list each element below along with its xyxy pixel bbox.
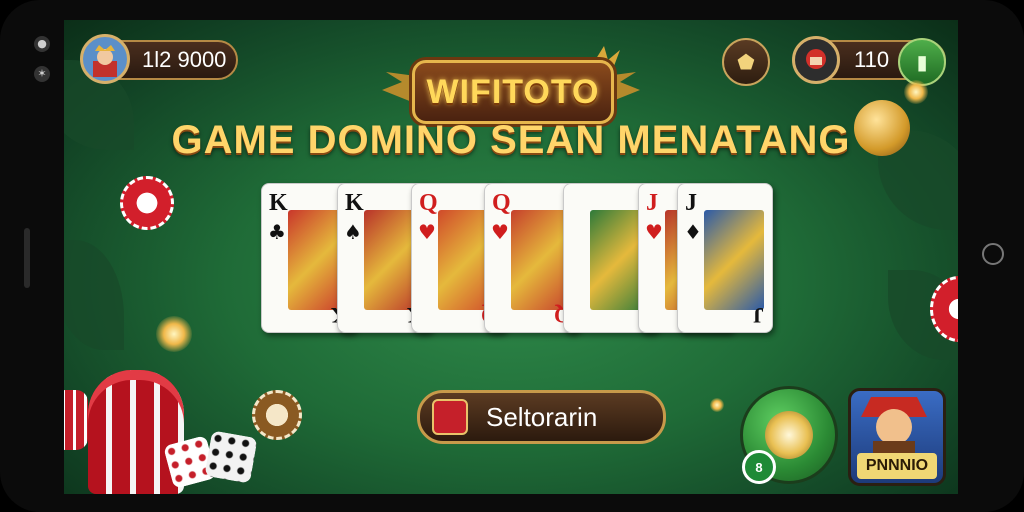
volume-button <box>24 228 30 288</box>
headline: GAME DOMINO SEAN MENATANG <box>171 118 851 162</box>
spin-icon <box>765 411 813 459</box>
sparkle <box>710 398 724 412</box>
logo-plate: WIFITOTO <box>412 60 614 124</box>
home-button <box>982 243 1004 265</box>
background-leaf <box>64 240 124 350</box>
primary-action-button[interactable]: Seltorarin <box>417 390 666 444</box>
card-suit-icon: ♥ <box>418 220 436 244</box>
card-suit-icon: ♥ <box>491 220 509 244</box>
poker-chip <box>120 176 174 230</box>
primary-action-label: Seltorarin <box>486 401 598 432</box>
card-rank: J <box>685 190 697 216</box>
game-screen: 1l2 9000 WIFITOTO ⬟ 110 ▮ GAME DOMINO SE… <box>64 20 958 494</box>
game-logo: WIFITOTO <box>382 42 640 128</box>
poker-chip <box>252 390 302 440</box>
card-rank: Q <box>419 190 438 216</box>
card-rank: J <box>646 190 658 216</box>
shield-icon[interactable]: ⬟ <box>722 38 770 86</box>
card-face-art <box>704 210 764 310</box>
sparkle <box>156 316 192 352</box>
hero-character-button[interactable]: PNNNIO <box>848 388 946 486</box>
card-suit-icon: ♥ <box>645 220 663 244</box>
green-menu-icon[interactable]: ▮ <box>898 38 946 86</box>
hero-label: PNNNIO <box>857 453 937 479</box>
player-face <box>93 45 117 77</box>
card-rank: K <box>345 190 364 216</box>
card-suit-icon: ♣ <box>268 220 286 244</box>
sparkle <box>904 80 928 104</box>
gift-icon <box>432 399 468 435</box>
red-avatar-icon[interactable] <box>792 36 840 84</box>
coin-icon <box>854 100 910 156</box>
card-rank-bottom: J <box>753 303 764 328</box>
card-suit-icon: ♠ <box>344 220 362 244</box>
card-rank: K <box>269 190 288 216</box>
hero-portrait <box>861 397 927 453</box>
dice <box>163 430 258 494</box>
playing-card[interactable]: J ♦ J <box>677 183 773 333</box>
chip-stack <box>64 370 184 494</box>
bluetooth-icon: ✶ <box>34 66 50 82</box>
logo-text: WIFITOTO <box>426 72 600 111</box>
settings-icon: ● <box>34 36 50 52</box>
card-rank: Q <box>492 190 511 216</box>
card-suit-icon: ♦ <box>684 220 702 244</box>
balance-value: 1l2 9000 <box>142 47 227 72</box>
red-avatar-art <box>806 49 826 69</box>
phone-frame: ● ✶ 1l2 9000 WIFITOTO ⬟ 110 ▮ GAME DOMIN… <box>0 0 1024 512</box>
coins-value: 110 <box>854 47 890 72</box>
player-avatar-icon[interactable] <box>80 34 130 84</box>
card-face-art <box>511 210 571 310</box>
notification-badge: 8 <box>742 450 776 484</box>
